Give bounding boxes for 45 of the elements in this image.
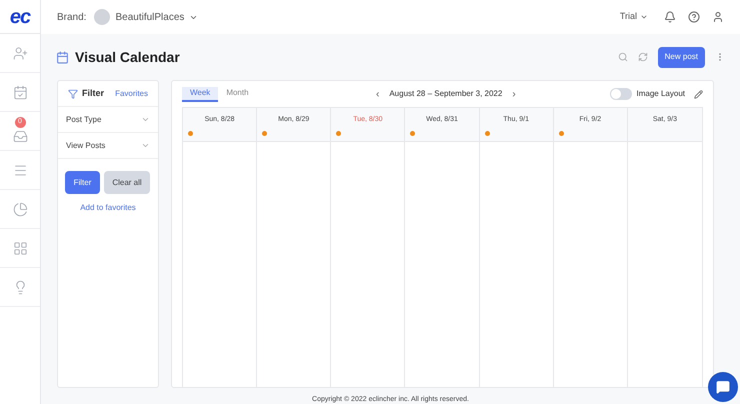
calendar-icon — [56, 50, 69, 64]
view-tab[interactable]: Week — [182, 86, 218, 102]
refresh-icon[interactable] — [638, 52, 648, 62]
sidebar-item[interactable] — [12, 128, 28, 145]
chevron-down-icon — [141, 141, 150, 150]
pie-chart-icon — [12, 202, 28, 216]
page-title: Visual Calendar — [75, 48, 180, 66]
view-tab[interactable]: Month — [218, 86, 257, 102]
logo[interactable]: ec — [10, 6, 30, 26]
sidebar-item[interactable] — [12, 84, 28, 100]
add-user-icon — [12, 46, 28, 60]
image-layout-toggle[interactable] — [610, 88, 632, 100]
calendar-icon — [12, 84, 28, 100]
favorites-link[interactable]: Favorites — [115, 88, 148, 100]
brand-label: Brand: — [57, 10, 86, 24]
filter-button[interactable]: Filter — [65, 171, 100, 194]
next-week-button[interactable]: › — [508, 86, 520, 102]
help-icon[interactable] — [688, 11, 700, 23]
plan-dropdown[interactable]: Trial — [620, 10, 648, 24]
new-post-button[interactable]: New post — [658, 46, 705, 68]
edit-icon[interactable] — [694, 90, 703, 98]
chat-button[interactable] — [708, 372, 738, 402]
clear-all-button[interactable]: Clear all — [104, 171, 150, 194]
add-to-favorites-link[interactable]: Add to favorites — [80, 202, 136, 214]
grid-icon — [12, 240, 28, 256]
previous-week-button[interactable]: ‹ — [372, 86, 384, 102]
chevron-down-icon — [640, 13, 648, 21]
search-icon[interactable] — [618, 52, 628, 62]
image-layout-label: Image Layout — [636, 88, 685, 100]
sidebar-item[interactable] — [12, 44, 28, 62]
avatar-icon — [94, 9, 110, 25]
chevron-down-icon — [141, 115, 150, 124]
filter-icon — [68, 88, 78, 98]
chat-icon — [716, 380, 730, 394]
filter-section[interactable]: Post Type — [58, 107, 158, 133]
filter-title: Filter — [82, 86, 104, 100]
inbox-icon — [12, 129, 28, 144]
user-icon[interactable] — [712, 11, 724, 23]
brand-selector[interactable]: BeautifulPlaces — [94, 9, 198, 25]
sidebar-item[interactable] — [12, 200, 28, 218]
filter-section[interactable]: View Posts — [58, 133, 158, 159]
notifications-icon[interactable] — [664, 11, 676, 23]
sidebar-item[interactable] — [12, 240, 28, 256]
date-range: August 28 – September 3, 2022 — [389, 88, 502, 100]
menu-icon — [12, 162, 28, 178]
